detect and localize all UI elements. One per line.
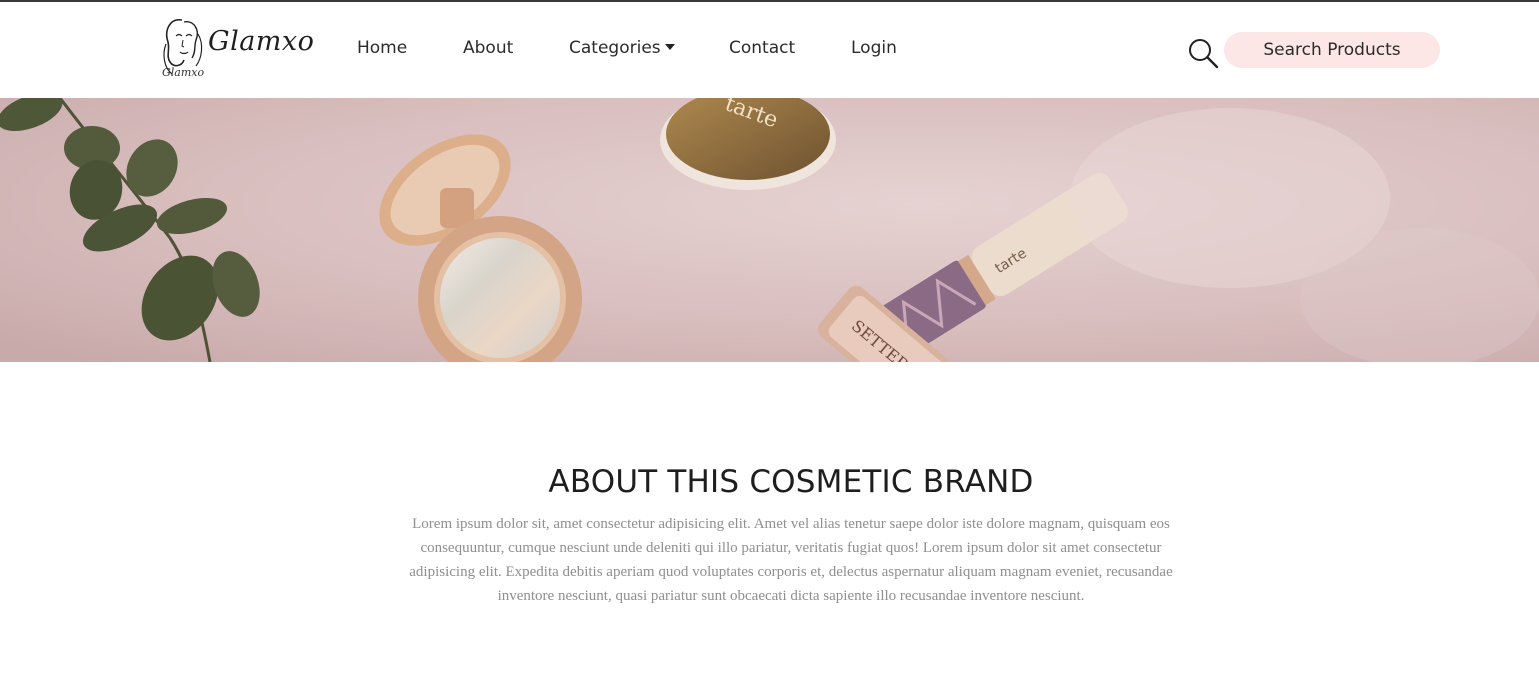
about-section: ABOUT THIS COSMETIC BRAND Lorem ipsum do… — [395, 460, 1187, 608]
caret-down-icon — [664, 44, 675, 50]
nav-contact[interactable]: Contact — [729, 38, 795, 58]
search-products-button[interactable]: Search Products — [1224, 32, 1440, 68]
nav-categories-label: Categories — [569, 38, 661, 58]
nav-about[interactable]: About — [463, 38, 513, 58]
search-icon[interactable] — [1187, 37, 1219, 69]
brand-small-name: Glamxo — [162, 66, 205, 79]
nav-categories[interactable]: Categories — [569, 38, 675, 58]
site-header: Glamxo Glamxo Home About Categories Cont… — [0, 2, 1539, 98]
nav-home[interactable]: Home — [357, 38, 407, 58]
about-body: Lorem ipsum dolor sit, amet consectetur … — [409, 516, 1173, 604]
about-title: ABOUT THIS COSMETIC BRAND — [548, 464, 1034, 500]
hero-image: tarte tarte SETTER — [0, 98, 1539, 362]
brand-logo[interactable]: Glamxo Glamxo — [160, 14, 314, 88]
hero-banner: tarte tarte SETTER — [0, 98, 1539, 362]
nav-login[interactable]: Login — [851, 38, 897, 58]
brand-name: Glamxo — [208, 26, 315, 57]
